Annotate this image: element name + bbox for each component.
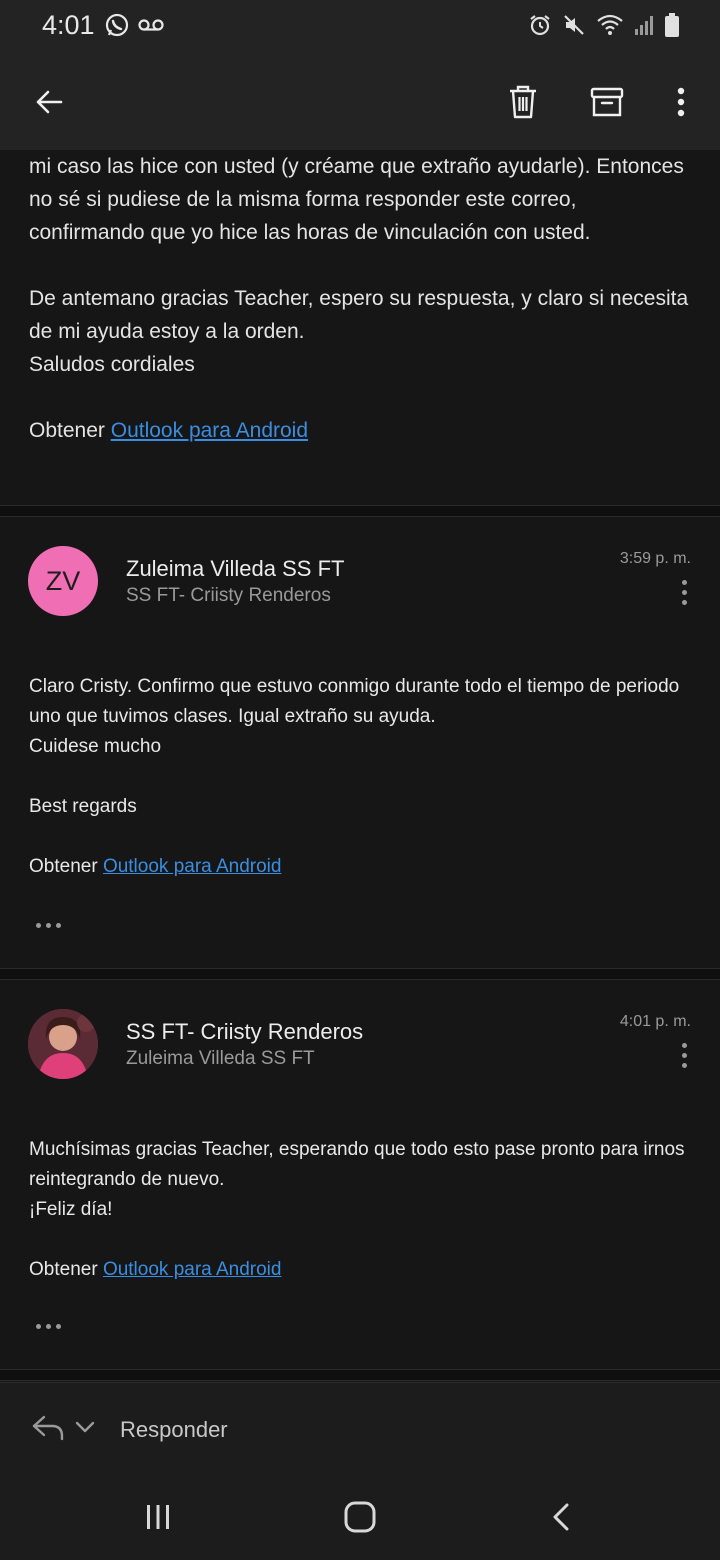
message-more-button[interactable] (674, 1033, 694, 1077)
home-icon (344, 1501, 376, 1533)
more-vertical-icon (681, 579, 687, 585)
alarm-icon (528, 13, 552, 42)
outlook-android-link[interactable]: Outlook para Android (111, 419, 308, 442)
message-text: Claro Cristy. Confirmo que estuvo conmig… (29, 676, 680, 727)
message-card[interactable]: ZV Zuleima Villeda SS FT SS FT- Criisty … (0, 518, 720, 968)
avatar[interactable]: ZV (28, 546, 98, 616)
message-body: Muchísimas gracias Teacher, esperando qu… (29, 1135, 691, 1285)
wifi-icon (596, 13, 624, 42)
more-vertical-icon (681, 1042, 687, 1048)
signature-prefix: Obtener (29, 856, 98, 877)
message-thread: mi caso las hice con usted (y créame que… (0, 150, 720, 447)
archive-button[interactable] (585, 80, 629, 124)
recents-icon (147, 1505, 169, 1529)
avatar[interactable] (28, 1009, 98, 1079)
previous-message-signature: Obtener Outlook para Android (29, 414, 691, 447)
status-bar: 4:01 (0, 0, 720, 54)
sender-name: Zuleima Villeda SS FT (126, 556, 345, 581)
message-text: Best regards (29, 796, 137, 817)
profile-photo (28, 1009, 98, 1079)
status-time: 4:01 (42, 10, 95, 40)
outlook-android-link[interactable]: Outlook para Android (103, 1259, 282, 1280)
home-button[interactable] (340, 1498, 380, 1541)
more-options-button[interactable] (659, 80, 703, 124)
arrow-left-icon (36, 90, 63, 114)
voicemail-icon (138, 15, 164, 40)
message-text: ¡Feliz día! (29, 1199, 113, 1220)
message-time: 4:01 p. m. (619, 1013, 691, 1030)
previous-message-closing: Saludos cordiales (29, 353, 195, 376)
system-back-button[interactable] (544, 1498, 580, 1541)
message-divider (0, 505, 720, 517)
reply-options-button[interactable] (30, 1413, 96, 1448)
signal-icon (634, 13, 654, 42)
message-signature: Obtener Outlook para Android (29, 852, 691, 882)
message-more-button[interactable] (674, 570, 694, 614)
message-body: Claro Cristy. Confirmo que estuvo conmig… (29, 672, 691, 882)
message-divider (0, 968, 720, 980)
message-text: Muchísimas gracias Teacher, esperando qu… (29, 1139, 685, 1190)
sender-name: SS FT- Criisty Renderos (126, 1019, 364, 1044)
previous-message-body: mi caso las hice con usted (y créame que… (0, 150, 720, 447)
recipient-name: Zuleima Villeda SS FT (126, 1048, 315, 1069)
system-navigation-bar (0, 1476, 720, 1560)
signature-prefix: Obtener (29, 419, 105, 442)
trash-icon (510, 85, 536, 119)
chevron-down-icon (76, 1421, 95, 1433)
recents-button[interactable] (140, 1498, 176, 1541)
back-button[interactable] (27, 80, 71, 124)
message-divider (0, 1369, 720, 1381)
message-time: 3:59 p. m. (619, 550, 691, 567)
show-quoted-text-button[interactable] (36, 1324, 61, 1329)
archive-icon (590, 87, 624, 117)
previous-message-paragraph: De antemano gracias Teacher, espero su r… (29, 287, 689, 343)
recipient-name: SS FT- Criisty Renderos (126, 585, 331, 606)
show-quoted-text-button[interactable] (36, 923, 61, 928)
mail-toolbar (0, 54, 720, 150)
outlook-android-link[interactable]: Outlook para Android (103, 856, 282, 877)
whatsapp-icon (104, 12, 130, 43)
message-card[interactable]: SS FT- Criisty Renderos Zuleima Villeda … (0, 981, 720, 1369)
message-signature: Obtener Outlook para Android (29, 1255, 691, 1285)
reply-button[interactable]: Responder (120, 1417, 228, 1443)
more-vertical-icon (677, 87, 685, 117)
mute-icon (562, 13, 586, 42)
signature-prefix: Obtener (29, 1259, 98, 1280)
nav-back-icon (553, 1503, 569, 1531)
message-text: Cuidese mucho (29, 736, 162, 757)
delete-button[interactable] (501, 80, 545, 124)
avatar-initials: ZV (45, 565, 81, 596)
battery-icon (664, 12, 680, 43)
reply-icon (32, 1415, 64, 1441)
reply-bar: Responder (0, 1382, 720, 1476)
previous-message-paragraph: mi caso las hice con usted (y créame que… (29, 155, 684, 244)
